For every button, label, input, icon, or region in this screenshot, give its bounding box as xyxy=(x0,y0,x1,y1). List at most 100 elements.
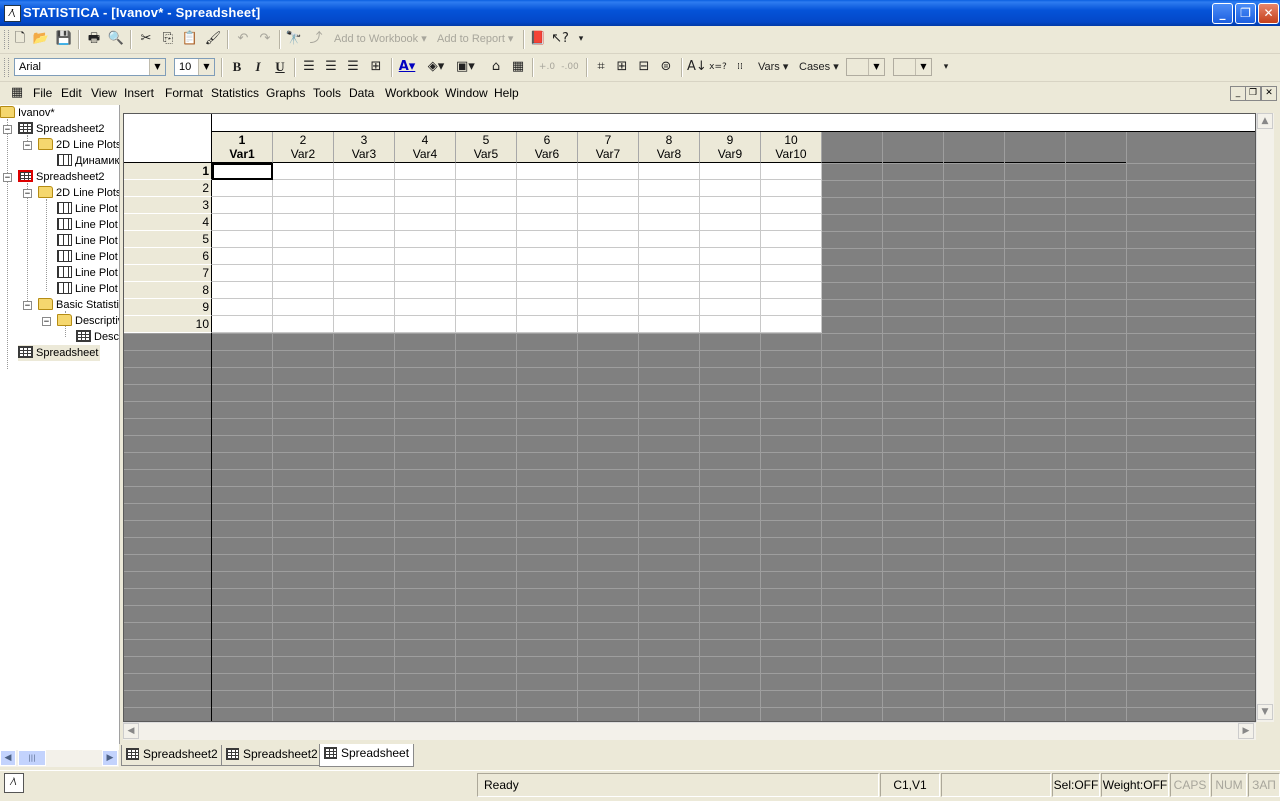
menu-tools[interactable]: Tools xyxy=(313,86,341,100)
document-icon[interactable]: ▦ xyxy=(8,83,26,103)
data-cell[interactable] xyxy=(639,197,700,214)
mdi-restore-button[interactable]: ❐ xyxy=(1245,86,1261,101)
data-cell[interactable] xyxy=(395,180,456,197)
tree-node-line-plot[interactable]: Line Plot xyxy=(57,233,118,249)
tree-node-line-plot[interactable]: Line Plot xyxy=(57,201,118,217)
column-header[interactable]: 5 Var5 xyxy=(456,132,517,163)
collapse-icon[interactable]: − xyxy=(23,141,32,151)
data-cell[interactable] xyxy=(761,163,822,180)
tree-node-line-plot[interactable]: Line Plot xyxy=(57,249,118,265)
tree-node-2d-line-plots-b[interactable]: 2D Line Plots xyxy=(38,185,119,201)
data-cell[interactable] xyxy=(639,248,700,265)
data-cell[interactable] xyxy=(273,163,334,180)
data-cell[interactable] xyxy=(334,180,395,197)
data-cell[interactable] xyxy=(700,214,761,231)
column-header-empty[interactable] xyxy=(944,132,1005,163)
menu-edit[interactable]: Edit xyxy=(61,86,82,100)
add-to-report-button[interactable]: Add to Report ▾ xyxy=(437,32,513,45)
scroll-left-icon[interactable]: ◀ xyxy=(0,750,16,766)
chevron-down-icon[interactable]: ▼ xyxy=(915,59,931,75)
text-labels-icon[interactable]: ⊟ xyxy=(635,57,653,77)
border-icon[interactable]: ▣▾ xyxy=(456,57,475,77)
data-cell[interactable] xyxy=(700,231,761,248)
data-cell[interactable] xyxy=(456,299,517,316)
tree-node-basic-statistics[interactable]: Basic Statistics xyxy=(38,297,119,313)
data-cell[interactable] xyxy=(395,299,456,316)
data-cell[interactable] xyxy=(395,282,456,299)
data-cell[interactable] xyxy=(639,214,700,231)
collapse-icon[interactable]: − xyxy=(3,173,12,183)
scroll-right-icon[interactable]: ▶ xyxy=(1238,723,1254,739)
tree-node-line-plot[interactable]: Line Plot xyxy=(57,265,118,281)
menu-file[interactable]: File xyxy=(33,86,52,100)
column-header[interactable]: 3 Var3 xyxy=(334,132,395,163)
data-cell[interactable] xyxy=(639,231,700,248)
row-header[interactable]: 6 xyxy=(124,248,212,265)
tree-node-desc[interactable]: Desc xyxy=(76,329,119,345)
add-to-workbook-button[interactable]: Add to Workbook ▾ xyxy=(334,32,427,45)
column-header[interactable]: 2 Var2 xyxy=(273,132,334,163)
column-header[interactable]: 9 Var9 xyxy=(700,132,761,163)
data-cell[interactable] xyxy=(334,231,395,248)
data-cell[interactable] xyxy=(700,248,761,265)
tree-node-2d-line-plots[interactable]: 2D Line Plots xyxy=(38,137,119,153)
data-cell[interactable] xyxy=(273,180,334,197)
tree-node-descriptive[interactable]: Descriptive xyxy=(57,313,119,329)
data-cell[interactable] xyxy=(517,282,578,299)
data-cell[interactable] xyxy=(395,248,456,265)
menu-window[interactable]: Window xyxy=(445,86,488,100)
scroll-down-icon[interactable]: ▼ xyxy=(1257,704,1273,720)
tab-spreadsheet[interactable]: Spreadsheet xyxy=(319,744,415,767)
data-cell[interactable] xyxy=(395,163,456,180)
data-cell[interactable] xyxy=(334,163,395,180)
data-cell[interactable] xyxy=(212,282,273,299)
data-cell[interactable] xyxy=(456,265,517,282)
data-cell[interactable] xyxy=(517,180,578,197)
data-cell[interactable] xyxy=(761,316,822,333)
data-cell[interactable] xyxy=(456,214,517,231)
data-cell[interactable] xyxy=(578,248,639,265)
align-left-icon[interactable]: ☰ xyxy=(300,57,318,77)
chevron-down-icon[interactable]: ▼ xyxy=(868,59,884,75)
data-cell[interactable] xyxy=(639,282,700,299)
data-cell[interactable] xyxy=(456,316,517,333)
chevron-down-icon[interactable]: ▼ xyxy=(149,59,165,75)
italic-button[interactable]: I xyxy=(249,57,267,77)
column-header[interactable]: 10 Var10 xyxy=(761,132,822,163)
minimize-button[interactable]: _ xyxy=(1212,3,1233,24)
row-header[interactable]: 8 xyxy=(124,282,212,299)
data-cell[interactable] xyxy=(395,265,456,282)
data-cell[interactable] xyxy=(273,265,334,282)
tab-spreadsheet2[interactable]: Spreadsheet2 xyxy=(121,745,223,766)
new-icon[interactable]: 🗋 xyxy=(11,29,29,49)
cell-format-icon[interactable]: ⊞ xyxy=(367,57,385,77)
collapse-icon[interactable]: − xyxy=(23,301,32,311)
data-cell[interactable] xyxy=(517,231,578,248)
data-cell[interactable] xyxy=(517,248,578,265)
align-center-icon[interactable]: ☰ xyxy=(322,57,340,77)
open-icon[interactable]: 📂 xyxy=(32,29,50,49)
font-size-select[interactable]: 10 ▼ xyxy=(174,58,215,76)
toolbar-grip[interactable] xyxy=(4,58,9,77)
scroll-left-icon[interactable]: ◀ xyxy=(123,723,139,739)
tree-node-spreadsheet2-b[interactable]: Spreadsheet2 xyxy=(18,169,105,185)
collapse-icon[interactable]: − xyxy=(42,317,51,327)
redo-icon[interactable]: ↷ xyxy=(256,29,274,49)
data-cell[interactable] xyxy=(395,231,456,248)
data-cell[interactable] xyxy=(212,316,273,333)
tree-node-spreadsheet[interactable]: Spreadsheet xyxy=(18,345,101,361)
tree-node-line-plot[interactable]: Line Plot xyxy=(57,217,118,233)
align-right-icon[interactable]: ☰ xyxy=(344,57,362,77)
data-cell[interactable] xyxy=(273,316,334,333)
data-cell[interactable] xyxy=(456,231,517,248)
data-cell[interactable] xyxy=(700,265,761,282)
data-cell[interactable] xyxy=(700,197,761,214)
data-cell[interactable] xyxy=(761,180,822,197)
data-cell[interactable] xyxy=(700,299,761,316)
data-cell[interactable] xyxy=(334,248,395,265)
tab-spreadsheet2-b[interactable]: Spreadsheet2 xyxy=(221,745,323,766)
data-cell[interactable] xyxy=(761,231,822,248)
toolbar-overflow-icon[interactable]: ▾ xyxy=(937,57,955,77)
sheet-horizontal-scrollbar[interactable]: ◀ ▶ xyxy=(123,722,1256,740)
toolbar-overflow-icon[interactable]: ▾ xyxy=(572,29,590,49)
